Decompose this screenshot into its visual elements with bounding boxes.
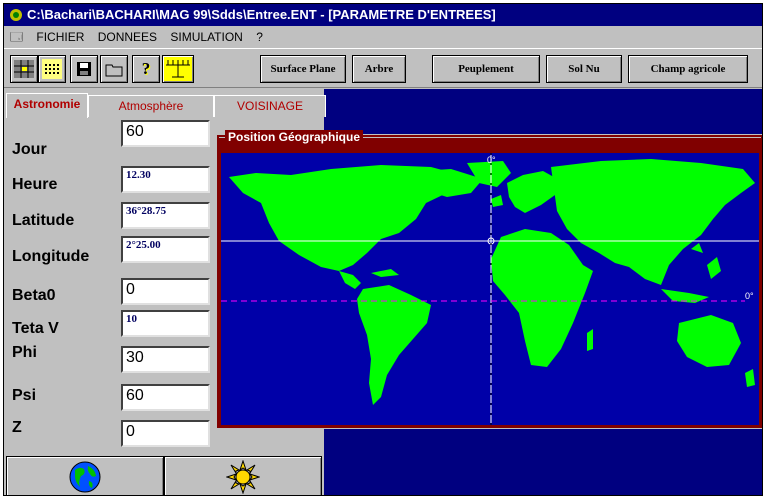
- map-window: Position Géographique 0° 0°: [216, 130, 762, 429]
- map-title-bar: Position Géographique: [219, 130, 761, 152]
- system-menu-icon[interactable]: 🗔: [4, 26, 28, 48]
- window-title: C:\Bachari\BACHARI\MAG 99\Sdds\Entree.EN…: [27, 7, 496, 22]
- meridian-label: 0°: [487, 155, 496, 165]
- z-field[interactable]: 0: [121, 420, 210, 447]
- tab-atmosphere[interactable]: Atmosphère: [88, 95, 214, 117]
- align-tool-icon[interactable]: [38, 55, 66, 83]
- grid-tool-icon[interactable]: [10, 55, 38, 83]
- open-folder-icon[interactable]: [100, 55, 128, 83]
- champ-agricole-button[interactable]: Champ agricole: [628, 55, 748, 83]
- arbre-button[interactable]: Arbre: [352, 55, 406, 83]
- sun-icon: [226, 459, 260, 494]
- title-bar: C:\Bachari\BACHARI\MAG 99\Sdds\Entree.EN…: [4, 4, 762, 26]
- main-window: C:\Bachari\BACHARI\MAG 99\Sdds\Entree.EN…: [3, 3, 763, 496]
- map-title: Position Géographique: [225, 130, 364, 144]
- teta-v-field[interactable]: 10: [121, 310, 210, 337]
- teta-v-label: Teta V: [12, 320, 59, 337]
- tab-astronomie[interactable]: Astronomie: [6, 93, 88, 118]
- menu-help[interactable]: ?: [251, 26, 268, 48]
- jour-field[interactable]: 60: [121, 120, 210, 147]
- equator-label: 0°: [745, 291, 754, 301]
- menu-simulation[interactable]: SIMULATION: [165, 26, 247, 48]
- psi-label: Psi: [12, 387, 37, 404]
- phi-label: Phi: [12, 344, 37, 361]
- heure-label: Heure: [12, 176, 58, 193]
- globe-icon: [69, 461, 101, 492]
- toolbar: ? Surface Plane Arbre Peuplement Sol Nu …: [4, 48, 762, 88]
- help-icon[interactable]: ?: [132, 55, 160, 83]
- longitude-field[interactable]: 2°25.00: [121, 236, 210, 263]
- globe-button[interactable]: [6, 456, 164, 495]
- world-map[interactable]: 0° 0°: [221, 153, 759, 425]
- z-label: Z: [12, 419, 22, 436]
- sun-button[interactable]: [164, 456, 322, 495]
- beta0-label: Beta0: [12, 287, 56, 304]
- psi-field[interactable]: 60: [121, 384, 210, 411]
- save-icon[interactable]: [70, 55, 98, 83]
- jour-label: Jour: [12, 141, 47, 158]
- longitude-label: Longitude: [12, 248, 90, 265]
- latitude-field[interactable]: 36°28.75: [121, 202, 210, 229]
- menu-fichier[interactable]: FICHIER: [31, 26, 89, 48]
- tab-voisinage[interactable]: VOISINAGE: [214, 95, 326, 117]
- app-icon[interactable]: [9, 8, 23, 22]
- menu-donnees[interactable]: DONNEES: [93, 26, 162, 48]
- heure-field[interactable]: 12.30: [121, 166, 210, 193]
- surface-plane-button[interactable]: Surface Plane: [260, 55, 346, 83]
- phi-field[interactable]: 30: [121, 346, 210, 373]
- beta0-field[interactable]: 0: [121, 278, 210, 305]
- peuplement-button[interactable]: Peuplement: [432, 55, 540, 83]
- ruler-tool-icon[interactable]: [162, 55, 194, 83]
- menu-bar: 🗔 FICHIER DONNEES SIMULATION ?: [4, 26, 762, 48]
- sol-nu-button[interactable]: Sol Nu: [546, 55, 622, 83]
- latitude-label: Latitude: [12, 212, 75, 229]
